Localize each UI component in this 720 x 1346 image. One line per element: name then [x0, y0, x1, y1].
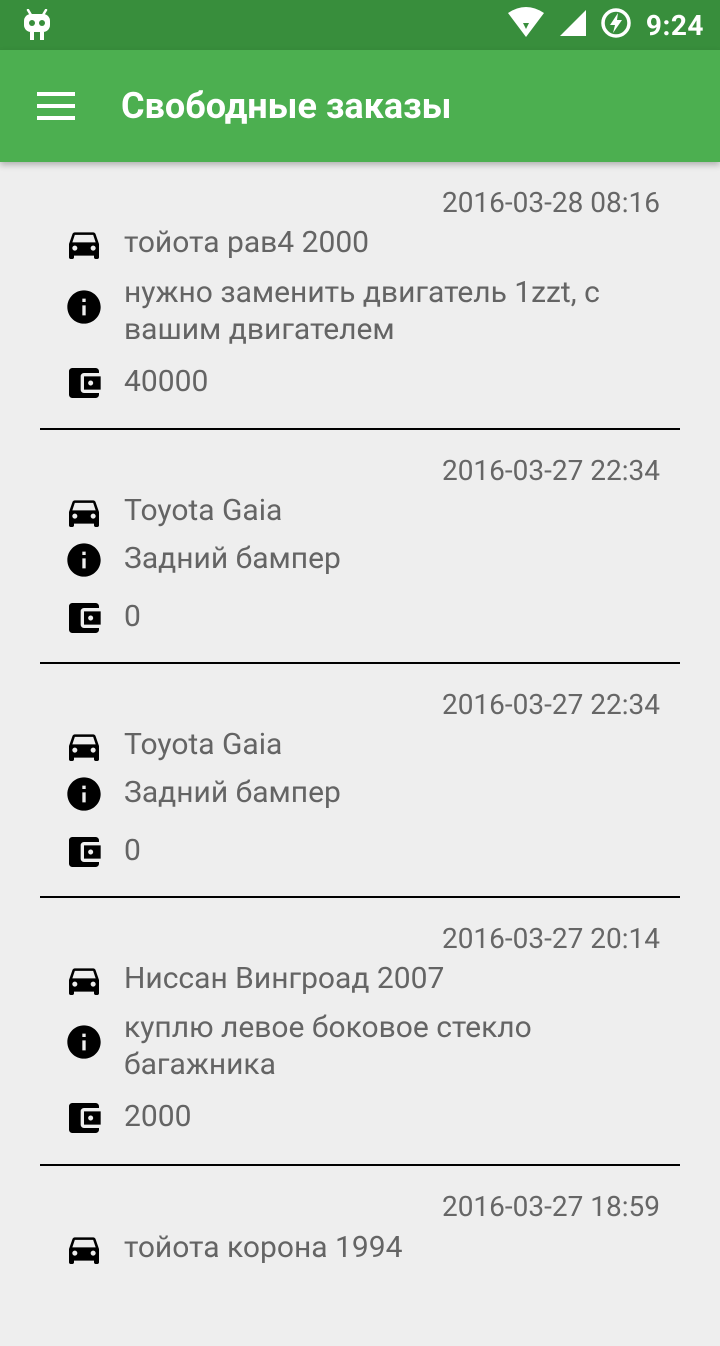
info-icon: [64, 1022, 104, 1062]
hamburger-menu-icon: [37, 92, 75, 120]
signal-icon: [558, 8, 588, 42]
order-card[interactable]: 2016-03-27 20:14 Ниссан Вингроад 2007 ку…: [40, 898, 680, 1166]
order-date: 2016-03-28 08:16: [441, 186, 660, 219]
car-icon: [64, 960, 104, 1000]
car-icon: [64, 726, 104, 766]
order-price: 2000: [124, 1099, 192, 1134]
android-icon: [22, 8, 52, 41]
status-bar: 9:24: [0, 0, 720, 50]
info-icon: [64, 287, 104, 327]
info-icon: [64, 774, 104, 814]
order-car: тойота рав4 2000: [124, 225, 370, 260]
order-date: 2016-03-27 22:34: [441, 688, 660, 721]
order-card[interactable]: 2016-03-27 22:34 Toyota Gaia Задний бамп…: [40, 664, 680, 898]
status-time: 9:24: [645, 8, 704, 42]
order-date: 2016-03-27 22:34: [441, 454, 660, 487]
wallet-icon: [64, 598, 104, 638]
order-date: 2016-03-27 20:14: [441, 922, 660, 955]
order-car: тойота корона 1994: [124, 1230, 403, 1265]
order-description: Задний бампер: [124, 541, 341, 576]
battery-charging-icon: [600, 7, 632, 43]
app-toolbar: Свободные заказы: [0, 50, 720, 162]
order-date: 2016-03-27 18:59: [441, 1190, 660, 1223]
order-car: Ниссан Вингроад 2007: [124, 961, 445, 996]
car-icon: [64, 1229, 104, 1269]
order-description: Задний бампер: [124, 775, 341, 810]
wallet-icon: [64, 1098, 104, 1138]
order-car: Toyota Gaia: [124, 727, 283, 762]
order-description: куплю левое боковое стекло багажника: [124, 1010, 532, 1082]
order-price: 0: [124, 599, 141, 634]
wallet-icon: [64, 363, 104, 403]
wifi-icon: [506, 7, 546, 43]
order-card[interactable]: 2016-03-27 22:34 Toyota Gaia Задний бамп…: [40, 430, 680, 664]
car-icon: [64, 492, 104, 532]
car-icon: [64, 224, 104, 264]
order-description: нужно заменить двигатель 1zzt, с вашим д…: [124, 275, 600, 347]
order-card[interactable]: 2016-03-28 08:16 тойота рав4 2000 нужно …: [40, 162, 680, 430]
order-card[interactable]: 2016-03-27 18:59 тойота корона 1994: [40, 1166, 680, 1346]
order-car: Toyota Gaia: [124, 493, 283, 528]
order-price: 40000: [124, 364, 209, 399]
info-icon: [64, 540, 104, 580]
page-title: Свободные заказы: [121, 85, 452, 127]
order-price: 0: [124, 833, 141, 868]
menu-button[interactable]: [30, 86, 82, 126]
wallet-icon: [64, 832, 104, 872]
